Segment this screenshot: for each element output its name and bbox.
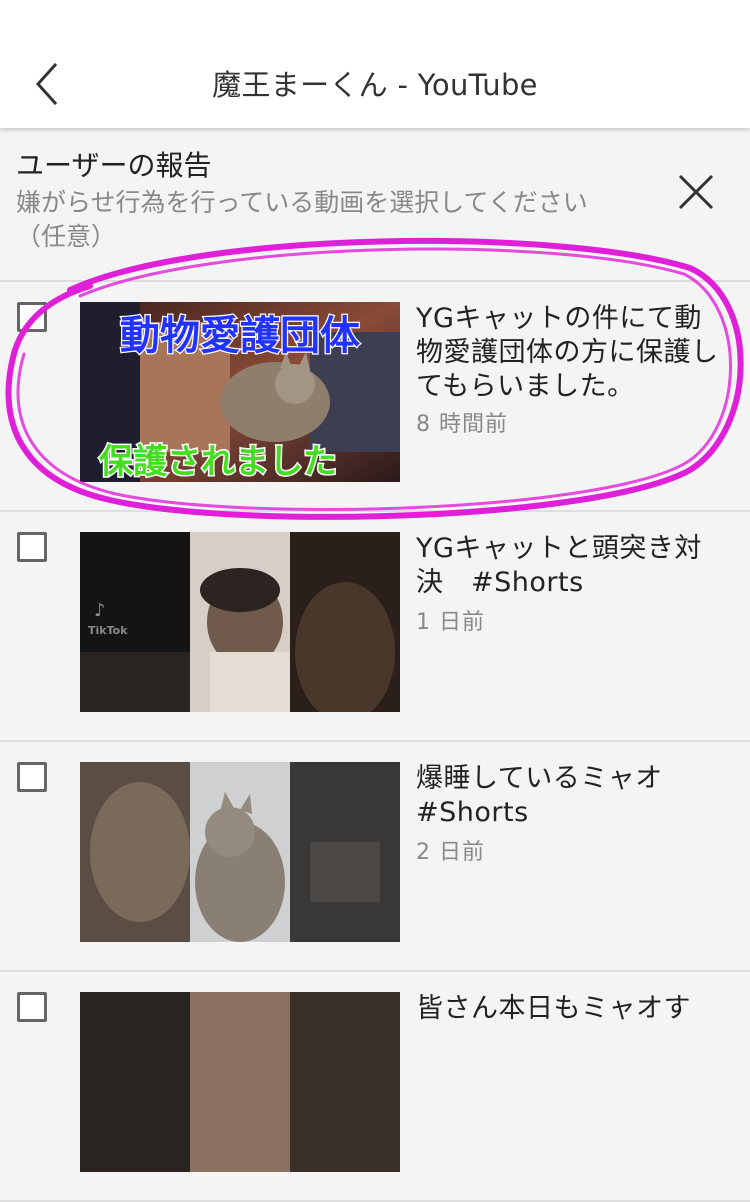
video-time: 2 日前 [416,840,485,865]
thumb-watermark: TikTok [88,624,128,637]
video-title: 爆睡しているミャオ #Shorts [416,763,663,828]
video-thumbnail[interactable] [80,762,400,942]
video-thumbnail[interactable]: TikTok ♪ [80,532,400,712]
video-title: 皆さん本日もミャオす [416,993,691,1024]
app-bar: 魔王まーくん - YouTube [0,0,750,128]
video-item[interactable]: TikTok ♪ YGキャットと頭突き対決 #Shorts 1 日前 [0,512,750,742]
video-item[interactable]: 爆睡しているミャオ #Shorts 2 日前 [0,742,750,972]
dialog-subtitle: 嫌がらせ行為を行っている動画を選択してください（任意） [16,188,588,251]
video-checkbox[interactable] [17,532,47,562]
video-list: 動物愛護団体 保護されました YGキャットの件にて動物愛護団体の方に保護してもら… [0,282,750,1202]
svg-text:♪: ♪ [94,600,106,621]
video-checkbox[interactable] [17,992,47,1022]
video-title: YGキャットの件にて動物愛護団体の方に保護してもらいました。 [416,303,719,402]
video-item[interactable]: 皆さん本日もミャオす [0,972,750,1202]
video-thumbnail[interactable] [80,992,400,1172]
close-icon [678,174,714,210]
video-checkbox[interactable] [17,762,47,792]
video-checkbox[interactable] [17,302,47,332]
video-item[interactable]: 動物愛護団体 保護されました YGキャットの件にて動物愛護団体の方に保護してもら… [0,282,750,512]
page-title: 魔王まーくん - YouTube [212,68,538,102]
video-time: 1 日前 [416,610,485,635]
video-title: YGキャットと頭突き対決 #Shorts [416,533,702,598]
video-thumbnail[interactable]: 動物愛護団体 保護されました [80,302,400,482]
dialog-title: ユーザーの報告 [16,149,212,182]
thumb-caption-top: 動物愛護団体 [120,313,360,359]
thumb-caption-bottom: 保護されました [99,442,337,482]
video-time: 8 時間前 [416,412,508,437]
close-button[interactable] [674,170,718,214]
report-dialog-header: ユーザーの報告 嫌がらせ行為を行っている動画を選択してください（任意） [0,128,750,282]
